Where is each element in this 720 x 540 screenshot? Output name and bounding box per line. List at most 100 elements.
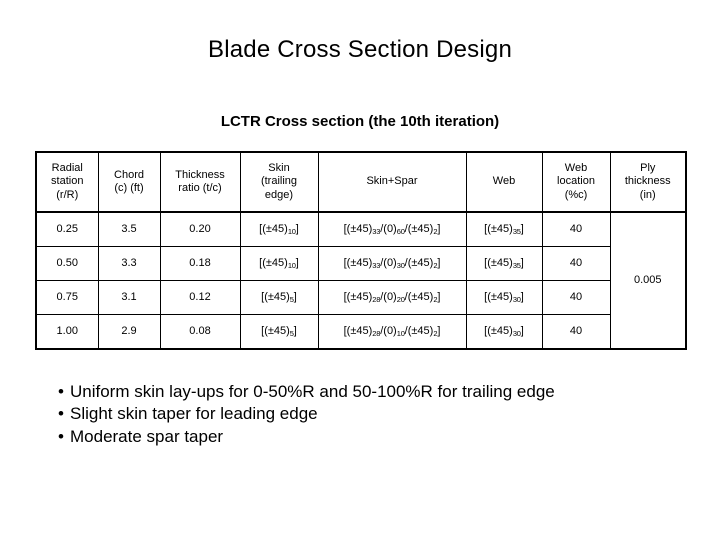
layup-subscript: 10 — [396, 329, 405, 339]
layup-subscript: 10 — [287, 261, 296, 271]
layup-text: [(±45) — [259, 222, 288, 235]
cell-thickness-ratio: 0.08 — [159, 314, 241, 350]
list-item: • Uniform skin lay-ups for 0-50%R and 50-… — [58, 381, 698, 403]
header-line: ratio (t/c) — [178, 182, 222, 194]
header-line: Chord — [114, 168, 144, 181]
bullet-marker-icon: • — [58, 404, 64, 424]
layup-subscript: 33 — [372, 261, 381, 271]
table-row: 0.50 3.3 0.18 [(±45)10] [(±45)33/(0)30/(… — [35, 246, 686, 281]
header-line: location — [557, 175, 595, 188]
cell-skin-trailing-edge: [(±45)10] — [239, 246, 319, 281]
cell-radial-station: 1.00 — [35, 314, 99, 350]
layup-text: [(±45) — [343, 324, 373, 337]
cell-web: [(±45)30] — [465, 280, 543, 315]
cell-web-location: 40 — [541, 280, 611, 315]
layup-subscript: 35 — [512, 261, 521, 271]
layup-subscript: 5 — [289, 295, 294, 305]
layup-text: /(±45) — [404, 290, 434, 303]
bullet-list: • Uniform skin lay-ups for 0-50%R and 50-… — [58, 381, 698, 448]
cell-skin-spar: [(±45)33/(0)60/(±45)2] — [317, 211, 467, 247]
layup-text: [(±45) — [484, 222, 513, 235]
cell-radial-station: 0.25 — [35, 211, 99, 247]
layup-text: [(±45) — [484, 256, 513, 269]
cell-radial-station: 0.50 — [35, 246, 99, 281]
cell-thickness-ratio: 0.20 — [159, 211, 241, 247]
layup-text: /(±45) — [404, 256, 434, 269]
header-line: (in) — [639, 188, 656, 201]
layup-subscript: 30 — [396, 261, 405, 271]
layup-text: /(0) — [380, 222, 397, 235]
layup-subscript: 5 — [289, 329, 294, 339]
layup-text: /(0) — [380, 324, 397, 337]
header-line: (trailing — [260, 175, 298, 188]
header-line: Thickness — [175, 168, 225, 181]
cell-web-location: 40 — [541, 211, 611, 247]
cell-chord: 3.3 — [97, 246, 161, 281]
table-row: 0.75 3.1 0.12 [(±45)5] [(±45)28/(0)20/(±… — [35, 280, 686, 315]
cell-skin-spar: [(±45)28/(0)10/(±45)2] — [317, 314, 467, 350]
layup-text: ] — [293, 324, 297, 337]
layup-text: /(±45) — [404, 324, 434, 337]
layup-subscript: 20 — [396, 295, 405, 305]
cell-chord: 3.5 — [97, 211, 161, 247]
cell-web-location: 40 — [541, 314, 611, 350]
header-line: Web — [492, 175, 516, 188]
header-line: Radial — [51, 161, 83, 174]
cell-ply-thickness-merged: 0.005 — [609, 211, 687, 350]
layup-text: [(±45) — [484, 324, 513, 337]
layup-subscript: 30 — [512, 295, 521, 305]
layup-subscript: 2 — [433, 329, 438, 339]
list-item-label: Moderate spar taper — [70, 426, 224, 446]
layup-text: [(±45) — [261, 290, 290, 303]
cell-web: [(±45)35] — [465, 211, 543, 247]
list-item: • Slight skin taper for leading edge — [58, 403, 698, 425]
cell-skin-trailing-edge: [(±45)5] — [239, 280, 319, 315]
layup-text: [(±45) — [343, 290, 373, 303]
list-item-label: Uniform skin lay-ups for 0-50%R and 50-1… — [70, 382, 555, 401]
layup-text: ] — [295, 222, 299, 235]
layup-text: ] — [295, 256, 299, 269]
cell-thickness-ratio: 0.18 — [159, 246, 241, 281]
layup-text: ] — [437, 256, 441, 269]
column-header-web-location: Web location (%c) — [541, 151, 611, 213]
cell-skin-spar: [(±45)28/(0)20/(±45)2] — [317, 280, 467, 315]
table-header-row: Radial station (r/R) Chord (c) (ft) Thic… — [35, 151, 687, 213]
header-line: (%c) — [564, 188, 588, 201]
cell-thickness-ratio: 0.12 — [159, 280, 241, 315]
layup-text: ] — [520, 222, 524, 235]
column-header-skin-spar: Skin+Spar — [317, 151, 467, 213]
layup-subscript: 2 — [433, 227, 438, 237]
header-line: edge) — [264, 188, 294, 201]
table-caption: LCTR Cross section (the 10th iteration) — [220, 113, 500, 130]
layup-text: [(±45) — [484, 290, 513, 303]
bullet-marker-icon: • — [58, 426, 64, 446]
cell-chord: 2.9 — [97, 314, 161, 350]
layup-subscript: 28 — [372, 329, 381, 339]
column-header-skin-trailing-edge: Skin (trailing edge) — [239, 151, 319, 213]
bullet-marker-icon: • — [58, 382, 64, 401]
layup-text: /(0) — [380, 290, 397, 303]
layup-text: ] — [437, 290, 441, 303]
layup-text: ] — [520, 290, 524, 303]
header-line: Ply — [640, 161, 656, 174]
layup-subscript: 30 — [512, 329, 521, 339]
cell-chord: 3.1 — [97, 280, 161, 315]
layup-subscript: 2 — [433, 295, 438, 305]
layup-text: ] — [437, 324, 441, 337]
layup-text: [(±45) — [343, 222, 373, 235]
column-header-radial-station: Radial station (r/R) — [35, 151, 99, 213]
cell-skin-trailing-edge: [(±45)10] — [239, 211, 319, 247]
cell-web-location: 40 — [541, 246, 611, 281]
slide-canvas: Blade Cross Section Design LCTR Cross se… — [0, 0, 720, 540]
layup-subscript: 35 — [512, 227, 521, 237]
layup-subscript: 60 — [396, 227, 405, 237]
column-header-web: Web — [465, 151, 543, 213]
cell-web: [(±45)35] — [465, 246, 543, 281]
cell-skin-spar: [(±45)33/(0)30/(±45)2] — [317, 246, 467, 281]
list-item-label: Slight skin taper for leading edge — [70, 404, 318, 424]
cell-web: [(±45)30] — [465, 314, 543, 350]
cross-section-table: Radial station (r/R) Chord (c) (ft) Thic… — [35, 151, 687, 350]
header-line: (c) (ft) — [114, 182, 144, 194]
layup-subscript: 10 — [287, 227, 296, 237]
header-line: thickness — [624, 175, 671, 188]
